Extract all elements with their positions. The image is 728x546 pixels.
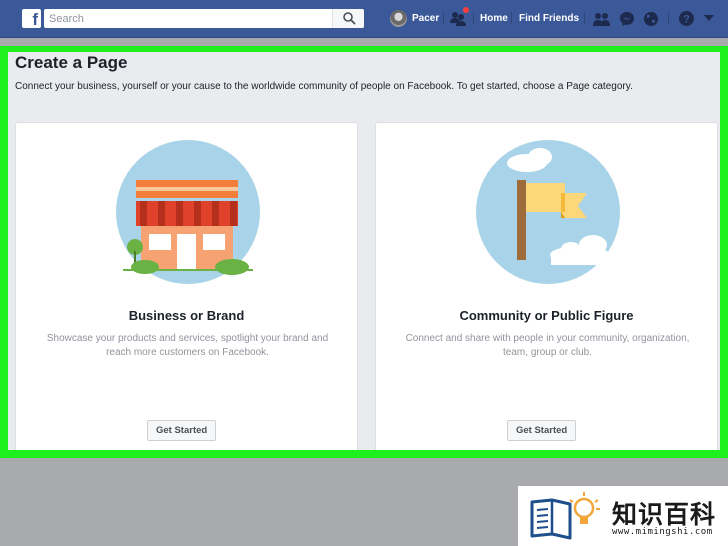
- storefront-illustration-icon: [116, 140, 260, 284]
- card-title: Community or Public Figure: [459, 308, 634, 323]
- nav-divider: [473, 12, 474, 25]
- get-started-button[interactable]: Get Started: [507, 420, 577, 441]
- highlight-frame: Create a Page Connect your business, you…: [0, 46, 728, 458]
- help-icon[interactable]: ?: [678, 10, 695, 27]
- page-subtitle: Connect your business, yourself or your …: [15, 81, 633, 92]
- get-started-button[interactable]: Get Started: [147, 420, 217, 441]
- svg-text:?: ?: [683, 14, 690, 26]
- globe-notifications-icon[interactable]: [643, 11, 659, 27]
- community-public-figure-card[interactable]: Community or Public Figure Connect and s…: [375, 122, 718, 450]
- friends-icon[interactable]: [593, 12, 611, 26]
- nav-divider: [443, 12, 444, 25]
- nav-divider: [511, 12, 512, 25]
- nav-divider: [668, 12, 669, 25]
- home-link[interactable]: Home: [480, 13, 508, 24]
- messenger-icon[interactable]: [619, 11, 635, 27]
- profile-name[interactable]: Pacer: [412, 13, 439, 24]
- create-page-panel: Create a Page Connect your business, you…: [8, 52, 720, 450]
- watermark: 知识百科 www.mimingshi.com: [518, 486, 728, 546]
- friend-requests-icon[interactable]: [450, 11, 468, 27]
- card-description: Showcase your products and services, spo…: [46, 333, 329, 358]
- page-title: Create a Page: [15, 53, 128, 72]
- watermark-text: 知识百科: [612, 500, 717, 529]
- avatar: [390, 10, 407, 27]
- watermark-url: www.mimingshi.com: [612, 527, 713, 537]
- notification-badge: [463, 7, 469, 13]
- book-lightbulb-logo-icon: [530, 492, 600, 540]
- flag-illustration-icon: [476, 140, 627, 284]
- find-friends-link[interactable]: Find Friends: [519, 13, 579, 24]
- business-brand-card[interactable]: Business or Brand Showcase your products…: [15, 122, 358, 450]
- top-navigation-bar: f Pacer Home Find Friends: [0, 0, 728, 38]
- card-title: Business or Brand: [128, 308, 245, 323]
- search-box: [44, 9, 364, 28]
- nav-divider: [584, 12, 585, 25]
- search-input[interactable]: [44, 9, 337, 28]
- facebook-logo-icon[interactable]: f: [22, 9, 41, 28]
- card-description: Connect and share with people in your co…: [405, 333, 690, 358]
- search-icon: [343, 12, 356, 25]
- search-button[interactable]: [332, 9, 364, 28]
- account-menu-chevron-down-icon[interactable]: [704, 15, 714, 22]
